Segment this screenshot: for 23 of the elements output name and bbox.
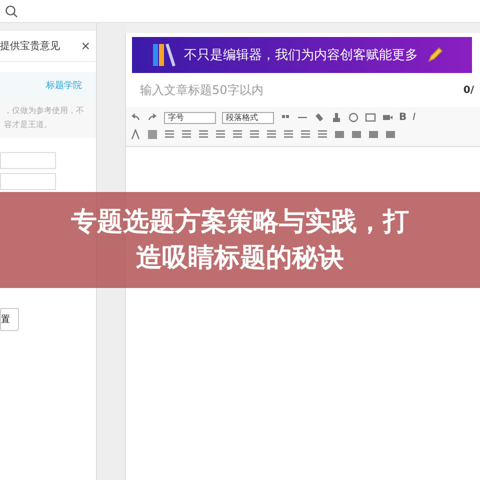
dropdown[interactable]: 字号: [164, 112, 216, 124]
image-icon[interactable]: [365, 112, 376, 123]
dropdown[interactable]: 段落格式: [222, 112, 274, 124]
redo-icon[interactable]: [147, 112, 158, 123]
banner-title: 专题选题方案策略与实践，打 造吸睛标题的秘诀: [71, 206, 409, 275]
input-field[interactable]: [0, 173, 56, 190]
emoji-icon[interactable]: [348, 112, 359, 123]
close-button[interactable]: ×: [81, 38, 90, 54]
promo-banner[interactable]: 不只是编辑器，我们为内容创客赋能更多: [132, 37, 472, 73]
panel-title: 提供宝贵意见: [0, 40, 60, 53]
books-icon: [152, 42, 176, 68]
search-icon[interactable]: [5, 4, 18, 18]
input-field[interactable]: [0, 152, 56, 169]
pencil-icon: [426, 46, 444, 64]
justify-icon[interactable]: [232, 129, 243, 140]
character-counter: 0/: [463, 84, 474, 96]
video-icon[interactable]: [382, 112, 393, 123]
action-button[interactable]: 置: [0, 308, 19, 331]
format-button[interactable]: B: [399, 112, 407, 123]
undo-icon[interactable]: [130, 112, 141, 123]
format-button[interactable]: I: [412, 112, 416, 123]
notice-text: ，仅做为参考使用，不 容才是王道。: [0, 98, 96, 138]
promo-text: 不只是编辑器，我们为内容创客赋能更多: [184, 47, 418, 64]
